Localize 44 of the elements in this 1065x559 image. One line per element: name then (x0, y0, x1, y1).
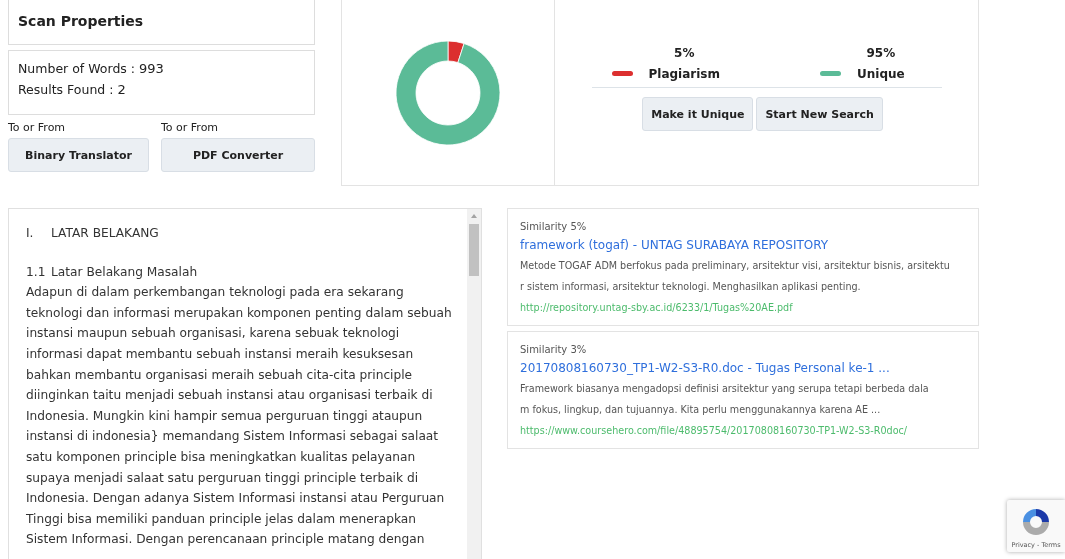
result-snippet: m fokus, lingkup, dan tujuannya. Kita perlu menggunakannya karena AE ... (520, 403, 882, 417)
legend-label: Unique (857, 67, 905, 81)
text-line: instansi maupun sebuah organisasi, karena sebuak teknologi (26, 325, 401, 343)
tool-button[interactable]: Binary Translator (8, 138, 149, 172)
tool-button[interactable]: PDF Converter (161, 138, 315, 172)
text-line: bahkan membantu organisasi meraih sebuah cita-cita principle (26, 366, 414, 384)
section-heading: Latar Belakang Masalah (51, 263, 198, 281)
result-snippet: r sistem informasi, arsitektur teknologi. Menghasilkan aplikasi penting. (520, 280, 862, 294)
tool-caption: To or From (8, 121, 67, 134)
text-line: satu komponen principle bisa meningkatkan kualitas pelayanan (26, 448, 417, 466)
result-link[interactable]: framework (togaf) - UNTAG SURABAYA REPOSITORY (520, 238, 966, 252)
panel-title: Scan Properties (18, 13, 144, 29)
text-line: supaya menjadi salaat satu perguruan tinggi principle terbaik di (26, 469, 420, 487)
stat-label: Results Found : (18, 82, 114, 97)
scrollbar-thumb[interactable] (469, 224, 479, 276)
text-line: Tinggi bisa memiliki panduan principle jelas dalam menerapkan (26, 510, 417, 528)
result-snippet: Metode TOGAF ADM berfokus pada preliminary, arsitektur visi, arsitektur bisnis, arsitektu (520, 259, 951, 273)
result-link[interactable]: 20170808160730_TP1-W2-S3-R0.doc - Tugas Personal ke-1 ... (520, 361, 966, 375)
scroll-up-icon[interactable] (470, 213, 478, 219)
action-button[interactable]: Start New Search (756, 97, 883, 131)
text-line: Sistem Informasi. Dengan perencanaan principle matang dengan (26, 531, 426, 549)
text-line: informasi dapat membantu sebuah instansi meraih kesuksesan (26, 345, 415, 363)
text-line: Adapun di dalam perkembangan teknologi pada era sekarang (26, 284, 405, 302)
text-line: diinginkan taitu menjadi sebuah instansi atau organisasi terbaik di (26, 387, 434, 405)
similarity-label: Similarity 5% (520, 221, 588, 232)
result-snippet: Framework biasanya mengadopsi definisi arsitektur yang serupa tetapi berbeda dala (520, 382, 930, 396)
section-number: 1.1 (26, 263, 47, 281)
action-button[interactable]: Make it Unique (642, 97, 754, 131)
tool-caption: To or From (161, 121, 220, 134)
stat-label: Number of Words : (18, 61, 136, 76)
text-line: instansi di indonesia} memandang Sistem Informasi sebagai salaat (26, 428, 440, 446)
text-line: Indonesia. Dengan adanya Sistem Informasi instansi atau Perguruan (26, 490, 446, 508)
similarity-label: Similarity 3% (520, 344, 588, 355)
section-heading: LATAR BELAKANG (51, 225, 159, 242)
recaptcha-icon (1020, 506, 1052, 538)
legend-label: Plagiarism (648, 67, 720, 81)
text-line: teknologi dan informasi merupakan komponen penting dalam sebuah (26, 304, 453, 322)
text-line: Indonesia. Mungkin kini hampir semua perguruan tinggi ataupun (26, 407, 424, 425)
stat-value: 993 (139, 61, 164, 76)
section-number: I. (26, 225, 35, 242)
scrollbar[interactable] (467, 209, 481, 559)
legend-value: 95% (866, 46, 896, 60)
stat-value: 2 (117, 82, 126, 97)
legend-value: 5% (674, 46, 695, 60)
